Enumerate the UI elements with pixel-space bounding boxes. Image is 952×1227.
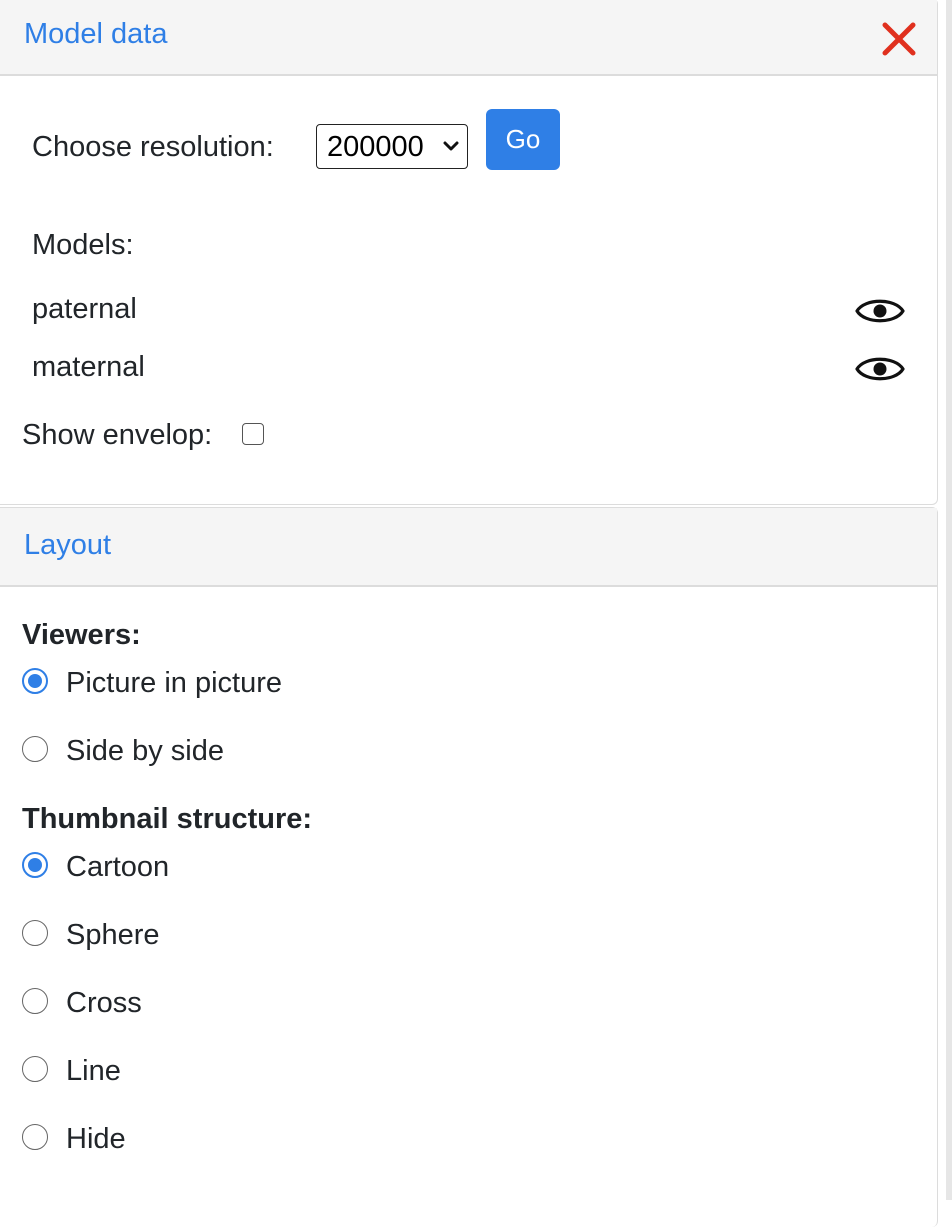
- model-name: maternal: [32, 351, 145, 383]
- show-envelop-checkbox[interactable]: [242, 423, 264, 445]
- thumbnail-radio-cartoon[interactable]: [22, 852, 48, 878]
- model-name: paternal: [32, 293, 137, 325]
- thumbnail-option-label[interactable]: Line: [66, 1057, 121, 1086]
- thumbnail-radio-sphere[interactable]: [22, 920, 48, 946]
- layout-header[interactable]: Layout: [0, 508, 937, 587]
- resolution-select[interactable]: 200000: [316, 124, 468, 169]
- model-data-panel: Model data Choose resolution: 200000 Go …: [0, 0, 938, 505]
- thumbnail-structure-label: Thumbnail structure:: [22, 803, 313, 835]
- show-envelop-label: Show envelop:: [22, 419, 213, 451]
- viewer-option-label[interactable]: Picture in picture: [66, 669, 282, 698]
- viewer-option-label[interactable]: Side by side: [66, 737, 224, 766]
- viewers-label: Viewers:: [22, 619, 141, 651]
- eye-icon[interactable]: [854, 294, 906, 328]
- resolution-label: Choose resolution:: [32, 131, 274, 163]
- go-button[interactable]: Go: [486, 109, 560, 170]
- close-icon[interactable]: [879, 19, 919, 59]
- thumbnail-radio-cross[interactable]: [22, 988, 48, 1014]
- viewer-radio-picture-in-picture[interactable]: [22, 668, 48, 694]
- model-data-header[interactable]: Model data: [0, 0, 937, 76]
- model-data-title[interactable]: Model data: [24, 20, 168, 49]
- thumbnail-option-label[interactable]: Cross: [66, 989, 142, 1018]
- thumbnail-option-label[interactable]: Sphere: [66, 921, 160, 950]
- thumbnail-radio-hide[interactable]: [22, 1124, 48, 1150]
- resolution-value: 200000: [327, 131, 424, 163]
- viewer-radio-side-by-side[interactable]: [22, 736, 48, 762]
- models-label: Models:: [32, 229, 134, 261]
- layout-panel: Layout Viewers: Picture in picture Side …: [0, 507, 938, 1227]
- chevron-down-icon: [443, 141, 459, 151]
- scrollbar[interactable]: [946, 0, 952, 1200]
- thumbnail-option-label[interactable]: Cartoon: [66, 853, 169, 882]
- eye-icon[interactable]: [854, 352, 906, 386]
- layout-title[interactable]: Layout: [24, 531, 111, 560]
- thumbnail-radio-line[interactable]: [22, 1056, 48, 1082]
- thumbnail-option-label[interactable]: Hide: [66, 1125, 126, 1154]
